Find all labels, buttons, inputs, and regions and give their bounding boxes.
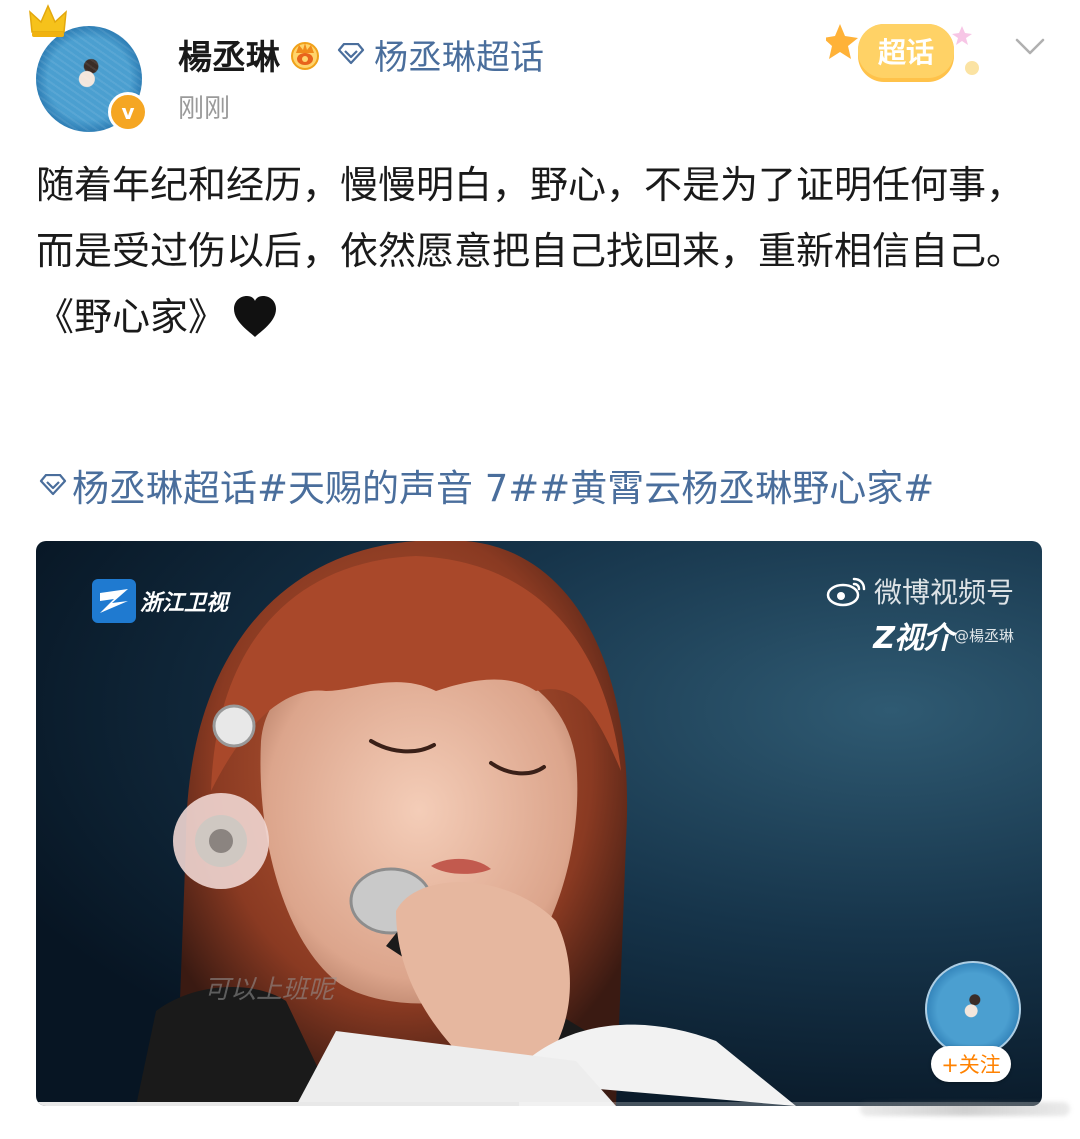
hashtag-text[interactable]: 杨丞琳超话#天赐的声音 7##黄霄云杨丞琳野心家# <box>72 458 934 512</box>
watermark-handle: @楊丞琳 <box>953 626 1014 645</box>
diamond-icon <box>39 474 67 496</box>
chaohua-badge-icon[interactable]: 超话 <box>826 16 992 92</box>
watermark-title: 微博视频号 <box>873 576 1014 609</box>
username[interactable]: 楊丞琳 <box>178 30 280 79</box>
video-subtitle: 可以上班呢 <box>204 975 335 1005</box>
user-avatar[interactable]: v <box>29 4 148 132</box>
chevron-down-icon[interactable] <box>1014 36 1046 58</box>
supertopic-link[interactable]: 杨丞琳超话 <box>374 30 544 79</box>
post-text: 随着年纪和经历，慢慢明白，野心，不是为了证明任何事，而是受过伤以后，依然愿意把自… <box>36 152 1046 350</box>
zhejiang-tv-logo: 浙江卫视 <box>92 579 228 623</box>
post-body: 随着年纪和经历，慢慢明白，野心，不是为了证明任何事，而是受过伤以后，依然愿意把自… <box>36 163 1025 273</box>
video-progress-fill <box>36 1102 519 1106</box>
z-logo: Z视介 <box>873 621 953 656</box>
crown-icon <box>29 4 67 37</box>
blurred-footer-text <box>860 1102 1070 1116</box>
weibo-logo-icon <box>826 577 866 607</box>
channel-name: 浙江卫视 <box>140 591 229 616</box>
verified-badge-icon: v <box>108 92 148 132</box>
name-row: 楊丞琳 杨丞琳超话 <box>178 30 544 78</box>
follow-avatar[interactable] <box>925 961 1021 1057</box>
vip-crown-icon[interactable] <box>288 37 322 71</box>
chaohua-badge-label: 超话 <box>878 36 934 69</box>
watermark: 微博视频号 Z视介 @楊丞琳 <box>826 571 1014 657</box>
post-title-line: 《野心家》 <box>36 284 1046 350</box>
follow-button[interactable]: +关注 <box>931 1046 1011 1082</box>
song-title: 《野心家》 <box>36 295 227 339</box>
black-heart-icon <box>234 296 277 337</box>
diamond-icon <box>337 43 365 65</box>
zhejiang-tv-icon <box>92 579 136 623</box>
post-timestamp: 刚刚 <box>178 94 231 124</box>
video-player[interactable]: 浙江卫视 微博视频号 Z视介 @楊丞琳 可以上班呢 +关注 <box>36 541 1042 1106</box>
hashtag-row[interactable]: 杨丞琳超话#天赐的声音 7##黄霄云杨丞琳野心家# <box>36 458 1056 512</box>
